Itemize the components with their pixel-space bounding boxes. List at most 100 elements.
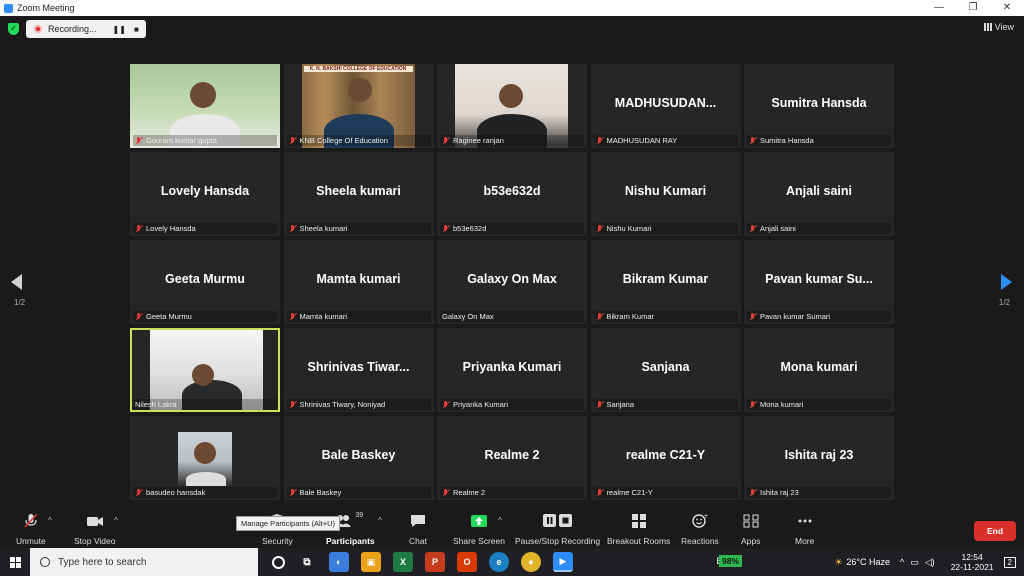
participant-name: Realme 2 [453,488,486,497]
weather-text[interactable]: 26°C Haze [846,557,890,567]
more-button[interactable]: More [795,514,814,546]
minimize-button[interactable]: — [922,0,956,16]
participant-tile[interactable]: Priyanka Kumari Priyanka Kumari [437,328,587,412]
muted-mic-icon [442,488,450,497]
participant-display-name: Sheela kumari [316,184,401,198]
office-icon[interactable]: O [457,552,477,572]
participant-tile[interactable]: realme C21-Y realme C21-Y [590,416,741,500]
video-options-chevron-icon[interactable]: ^ [114,516,118,525]
participant-tile[interactable]: Nilesh Lakra [130,328,280,412]
participant-tile[interactable]: Gouram kumar gupta [130,64,280,148]
security-label: Security [262,536,293,546]
apps-icon [743,514,759,528]
muted-mic-icon [596,136,604,145]
participant-tile[interactable]: Nishu Kumari Nishu Kumari [590,152,741,236]
edge-icon[interactable]: e [489,552,509,572]
participant-head [194,442,216,464]
participant-tile[interactable]: Anjali saini Anjali saini [744,152,894,236]
battery-percentage: 98% [718,555,742,567]
participant-tile[interactable]: Bikram Kumar Bikram Kumar [590,240,741,324]
chat-button[interactable]: Chat [409,514,427,546]
participant-tile[interactable]: Bale Baskey Bale Baskey [283,416,434,500]
share-screen-label: Share Screen [453,536,505,546]
cortana-icon[interactable] [272,555,285,569]
participant-tile[interactable]: K. N. BAKSHI COLLEGE OF EDUCATION KNB Col… [283,64,434,148]
tray-chevron-icon[interactable]: ^ [900,557,904,567]
participant-name: realme C21-Y [606,488,653,497]
pause-recording-button[interactable]: ❚❚ [113,25,126,34]
participant-name-label: basudeo hansdak [133,487,277,498]
participant-name: Raginee ranjan [453,136,504,145]
participant-tile[interactable]: Lovely Hansda Lovely Hansda [130,152,280,236]
previous-page-arrow-icon[interactable] [11,274,22,290]
unmute-label: Unmute [16,536,46,546]
participant-tile[interactable]: Raginee ranjan [437,64,587,148]
participant-tile[interactable]: Sumitra Hansda Sumitra Hansda [744,64,894,148]
start-button[interactable] [0,548,30,576]
participants-options-chevron-icon[interactable]: ^ [378,516,382,525]
muted-mic-icon [749,224,757,233]
participant-tile[interactable]: Ishita raj 23 Ishita raj 23 [744,416,894,500]
taskbar-search-box[interactable]: Type here to search [30,548,258,576]
participant-tile[interactable]: Realme 2 Realme 2 [437,416,587,500]
recording-indicator: Recording... ❚❚ ■ [26,20,146,38]
participant-tile[interactable]: Galaxy On Max Galaxy On Max [437,240,587,324]
weather-icon: ☀ [834,556,843,567]
stop-recording-button[interactable]: ■ [134,25,139,34]
next-page-arrow-icon[interactable] [1001,274,1012,290]
participant-tile[interactable]: Pavan kumar Su... Pavan kumar Sumari [744,240,894,324]
breakout-rooms-button[interactable]: Breakout Rooms [607,514,670,546]
participant-head [192,364,214,386]
reactions-button[interactable]: + Reactions [681,513,719,546]
window-controls: — ❐ ✕ [922,0,1024,16]
apps-button[interactable]: Apps [741,514,760,546]
participant-display-name: Pavan kumar Su... [765,272,873,286]
powerpoint-icon[interactable]: P [425,552,445,572]
participant-name: Mona kumari [760,400,804,409]
clock-date: 22-11-2021 [950,562,994,572]
muted-mic-icon [749,488,757,497]
end-meeting-button[interactable]: End [974,521,1016,541]
participant-tile[interactable]: Mamta kumari Mamta kumari [283,240,434,324]
participant-tile[interactable]: Geeta Murmu Geeta Murmu [130,240,280,324]
encryption-shield-icon[interactable]: ✓ [8,23,19,35]
app-icon-1[interactable]: ◐ [329,552,349,572]
task-view-icon[interactable]: ⧉ [297,552,317,572]
participant-name-label: Pavan kumar Sumari [747,311,891,322]
video-banner-text: K. N. BAKSHI COLLEGE OF EDUCATION [303,66,413,72]
excel-icon[interactable]: X [393,552,413,572]
volume-icon[interactable]: ◁) [925,557,935,568]
participant-tile[interactable]: b53e632d b53e632d [437,152,587,236]
close-button[interactable]: ✕ [990,0,1024,16]
chrome-icon[interactable]: ● [521,552,541,572]
view-button[interactable]: View [983,22,1014,32]
clock[interactable]: 12:54 22-11-2021 [951,552,994,572]
page-indicator-left: 1/2 [14,298,26,307]
participant-tile[interactable]: Shrinivas Tiwar... Shrinivas Tiwary, Noni… [283,328,434,412]
participant-tile[interactable]: basudeo hansdak [130,416,280,500]
pause-stop-recording-button[interactable]: Pause/Stop Recording [515,514,600,546]
stop-video-button[interactable]: Stop Video [74,514,115,546]
participant-name-label: KNB College Of Education [286,135,431,146]
participant-name-label: Shrinivas Tiwary, Noniyad [286,399,431,410]
participant-tile[interactable]: Sanjana Sanjana [590,328,741,412]
zoom-taskbar-icon[interactable]: ▶ [553,552,573,572]
participant-tile[interactable]: MADHUSUDAN... MADHUSUDAN RAY [590,64,741,148]
notifications-icon[interactable]: 2 [1003,556,1016,568]
battery-tray-icon[interactable]: ▭ [910,557,919,568]
share-options-chevron-icon[interactable]: ^ [498,516,502,525]
participant-tile[interactable]: Sheela kumari Sheela kumari [283,152,434,236]
participant-name-label: Bale Baskey [286,487,431,498]
participant-name-label: Sanjana [593,399,738,410]
audio-options-chevron-icon[interactable]: ^ [48,516,52,525]
muted-mic-icon [749,312,757,321]
participant-tile[interactable]: Mona kumari Mona kumari [744,328,894,412]
search-placeholder: Type here to search [58,556,147,568]
window-title: Zoom Meeting [17,3,75,13]
restore-button[interactable]: ❐ [956,0,990,16]
participant-name-label: Lovely Hansda [133,223,277,234]
participant-name: Gouram kumar gupta [146,136,217,145]
store-icon[interactable]: ▣ [361,552,381,572]
zoom-app-icon [4,3,13,13]
unmute-button[interactable]: Unmute [16,513,46,546]
